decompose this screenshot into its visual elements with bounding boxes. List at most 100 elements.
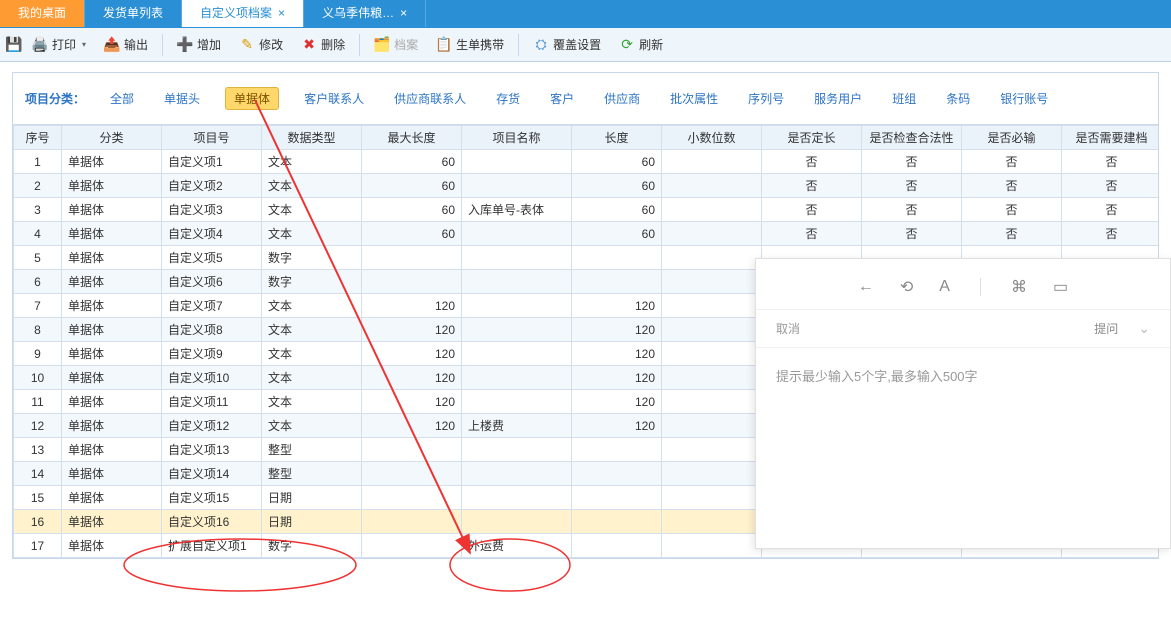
toolbar: 💾 🖨️ 打印 ▾ 📤 输出 ➕ 增加 ✎ 修改 ✖ 删除 🗂️ 档案 � <box>0 28 1171 62</box>
back-icon[interactable]: ← <box>858 278 874 296</box>
column-header[interactable]: 是否检查合法性 <box>862 126 962 150</box>
font-icon[interactable]: A <box>939 278 950 296</box>
cell: 自定义项11 <box>162 390 262 414</box>
column-header[interactable]: 序号 <box>14 126 62 150</box>
carry-icon: 📋 <box>436 37 452 53</box>
filter-批次属性[interactable]: 批次属性 <box>665 87 723 110</box>
column-header[interactable]: 最大长度 <box>362 126 462 150</box>
table-row[interactable]: 2单据体自定义项2文本6060否否否否 <box>14 174 1159 198</box>
column-header[interactable]: 数据类型 <box>262 126 362 150</box>
filter-单据头[interactable]: 单据头 <box>159 87 205 110</box>
filter-供应商[interactable]: 供应商 <box>599 87 645 110</box>
refresh-icon[interactable]: ⟲ <box>900 277 913 297</box>
cell <box>362 510 462 534</box>
delete-label: 删除 <box>321 36 345 53</box>
calendar-icon[interactable]: ▭ <box>1053 277 1068 297</box>
cell: 13 <box>14 438 62 462</box>
tab-我的桌面[interactable]: 我的桌面 <box>0 0 85 27</box>
filter-供应商联系人[interactable]: 供应商联系人 <box>389 87 471 110</box>
cell: 否 <box>1062 222 1159 246</box>
cell: 日期 <box>262 510 362 534</box>
cell: 单据体 <box>62 534 162 558</box>
refresh-label: 刷新 <box>639 36 663 53</box>
filter-序列号[interactable]: 序列号 <box>743 87 789 110</box>
delete-button[interactable]: ✖ 删除 <box>293 33 353 56</box>
cell: 120 <box>572 366 662 390</box>
filter-存货[interactable]: 存货 <box>491 87 525 110</box>
table-row[interactable]: 1单据体自定义项1文本6060否否否否 <box>14 150 1159 174</box>
edit-button[interactable]: ✎ 修改 <box>231 33 291 56</box>
tab-发货单列表[interactable]: 发货单列表 <box>85 0 182 27</box>
table-row[interactable]: 3单据体自定义项3文本60入库单号-表体60否否否否 <box>14 198 1159 222</box>
tab-义乌季伟粮…[interactable]: 义乌季伟粮…× <box>304 0 426 27</box>
cell: 2 <box>14 174 62 198</box>
cell: 否 <box>962 150 1062 174</box>
cell <box>662 150 762 174</box>
chevron-down-icon[interactable]: ⌄ <box>1138 320 1150 337</box>
column-header[interactable]: 小数位数 <box>662 126 762 150</box>
cell: 文本 <box>262 150 362 174</box>
cell: 单据体 <box>62 438 162 462</box>
column-header[interactable]: 是否需要建档 <box>1062 126 1159 150</box>
cover-button[interactable]: ⛭ 覆盖设置 <box>525 33 609 56</box>
cover-label: 覆盖设置 <box>553 36 601 53</box>
cell: 60 <box>572 198 662 222</box>
cell <box>362 438 462 462</box>
close-icon[interactable]: × <box>400 0 407 27</box>
cell: 8 <box>14 318 62 342</box>
edit-label: 修改 <box>259 36 283 53</box>
archive-icon: 🗂️ <box>374 37 390 53</box>
close-icon[interactable]: × <box>278 0 285 27</box>
cell: 120 <box>362 318 462 342</box>
filter-客户联系人[interactable]: 客户联系人 <box>299 87 369 110</box>
filter-单据体[interactable]: 单据体 <box>225 87 279 110</box>
cell: 否 <box>1062 174 1159 198</box>
cell <box>462 486 572 510</box>
cell: 3 <box>14 198 62 222</box>
cell <box>462 246 572 270</box>
carry-button[interactable]: 📋 生单携带 <box>428 33 512 56</box>
column-header[interactable]: 项目名称 <box>462 126 572 150</box>
filter-班组[interactable]: 班组 <box>887 87 921 110</box>
filter-条码[interactable]: 条码 <box>941 87 975 110</box>
refresh-button[interactable]: ⟳ 刷新 <box>611 33 671 56</box>
cell <box>662 270 762 294</box>
cell <box>662 534 762 558</box>
cell <box>462 222 572 246</box>
cell <box>572 486 662 510</box>
filter-bar: 项目分类： 全部单据头单据体客户联系人供应商联系人存货客户供应商批次属性序列号服… <box>13 73 1158 125</box>
tab-自定义项档案[interactable]: 自定义项档案× <box>182 0 304 27</box>
add-button[interactable]: ➕ 增加 <box>169 33 229 56</box>
link-icon[interactable]: ⌘ <box>1011 277 1027 297</box>
filter-全部[interactable]: 全部 <box>105 87 139 110</box>
tab-label: 义乌季伟粮… <box>322 0 394 27</box>
cell: 自定义项14 <box>162 462 262 486</box>
cell: 自定义项8 <box>162 318 262 342</box>
column-header[interactable]: 是否定长 <box>762 126 862 150</box>
cell: 否 <box>1062 150 1159 174</box>
cancel-button[interactable]: 取消 <box>776 320 800 337</box>
cell: 自定义项10 <box>162 366 262 390</box>
export-button[interactable]: 📤 输出 <box>96 33 156 56</box>
cell: 单据体 <box>62 366 162 390</box>
filter-银行账号[interactable]: 银行账号 <box>995 87 1053 110</box>
save-icon[interactable]: 💾 <box>6 37 22 53</box>
filter-客户[interactable]: 客户 <box>545 87 579 110</box>
filter-服务用户[interactable]: 服务用户 <box>809 87 867 110</box>
cell <box>462 462 572 486</box>
column-header[interactable]: 长度 <box>572 126 662 150</box>
ask-button[interactable]: 提问 <box>1094 320 1118 337</box>
column-header[interactable]: 项目号 <box>162 126 262 150</box>
separator <box>980 278 981 296</box>
cell: 文本 <box>262 414 362 438</box>
column-header[interactable]: 是否必输 <box>962 126 1062 150</box>
table-row[interactable]: 4单据体自定义项4文本6060否否否否 <box>14 222 1159 246</box>
cell: 60 <box>572 222 662 246</box>
column-header[interactable]: 分类 <box>62 126 162 150</box>
print-button[interactable]: 🖨️ 打印 ▾ <box>24 33 94 56</box>
cell: 自定义项15 <box>162 486 262 510</box>
cell: 16 <box>14 510 62 534</box>
panel-actions: 取消 提问 ⌄ <box>756 309 1170 348</box>
cell: 单据体 <box>62 294 162 318</box>
cell <box>362 462 462 486</box>
